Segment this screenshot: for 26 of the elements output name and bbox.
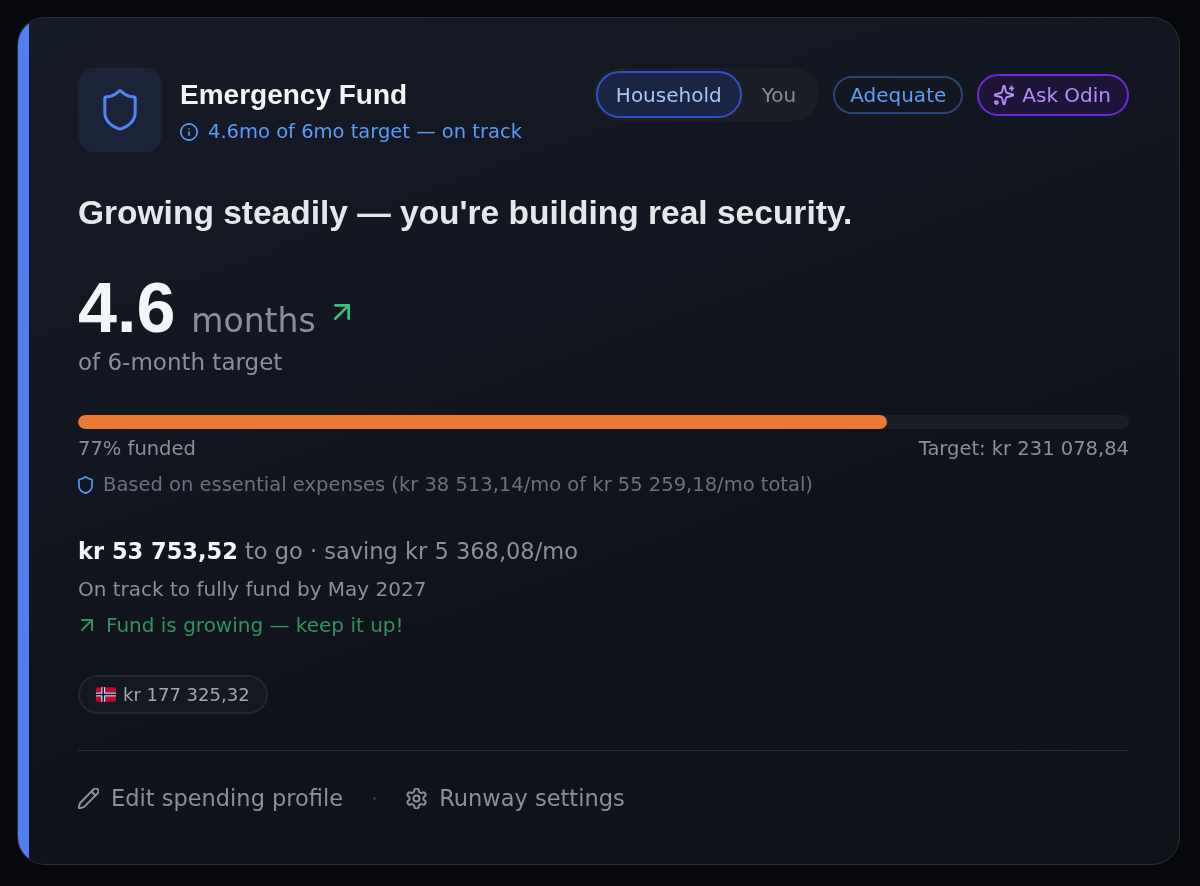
- shield-icon: [78, 476, 93, 494]
- status-badge: Adequate: [833, 75, 964, 114]
- scope-tab[interactable]: You: [741, 71, 817, 118]
- settings-icon: [406, 787, 428, 809]
- action-link[interactable]: Runway settings: [406, 784, 625, 812]
- shield-icon: [78, 68, 162, 152]
- status-subtitle: 4.6mo of 6mo target — on track: [208, 120, 522, 144]
- card-title: Emergency Fund: [180, 79, 409, 111]
- gap-summary: kr 53 753,52 to go · saving kr 5 368,08/mo: [78, 537, 578, 565]
- runway-caption: of 6-month target: [78, 348, 284, 376]
- flag-icon: [96, 687, 116, 702]
- ask-button[interactable]: Ask Odin: [977, 73, 1129, 116]
- funded-label: 77% funded: [78, 437, 196, 461]
- basis-note: Based on essential expenses (kr 38 513,14/mo of kr 55 259,18/mo total): [103, 473, 813, 497]
- pencil-icon: [78, 787, 99, 809]
- projection-text: On track to fully fund by May 2027: [78, 577, 427, 601]
- runway-unit: months: [191, 300, 316, 342]
- scope-tab[interactable]: Household: [595, 71, 742, 118]
- target-label: Target: kr 231 078,84: [918, 437, 1129, 461]
- action-link[interactable]: Edit spending profile: [78, 784, 344, 812]
- trend-message: Fund is growing — keep it up!: [106, 613, 404, 637]
- sparkle-icon: [994, 84, 1015, 105]
- runway-value: 4.6: [78, 275, 176, 341]
- info-icon: [180, 123, 198, 141]
- headline: Growing steadily — you're building real security.: [78, 193, 854, 233]
- balance-chip: kr 177 325,32: [78, 675, 268, 714]
